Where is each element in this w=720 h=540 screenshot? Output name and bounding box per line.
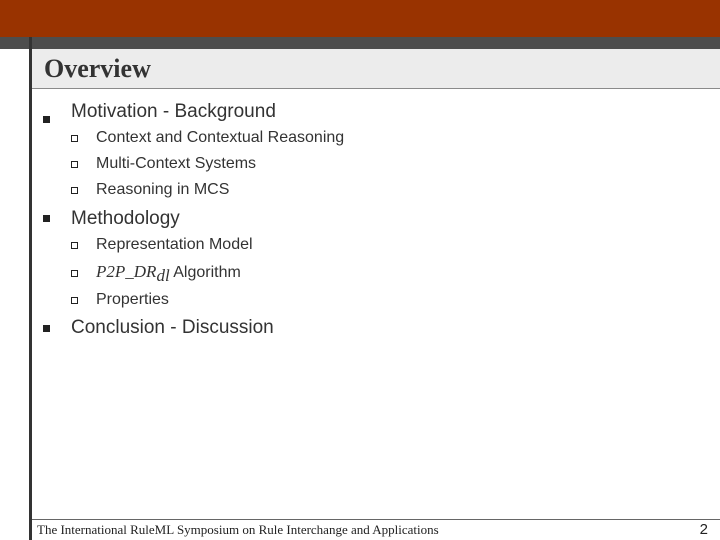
outline-subitem-properties: Properties	[96, 291, 169, 308]
outline-item-methodology: Methodology	[71, 208, 180, 229]
outline-subitem-reasoning: Reasoning in MCS	[96, 181, 230, 198]
algorithm-symbol: P2P_DR	[96, 262, 157, 281]
outline-subitem-multi-context: Multi-Context Systems	[96, 155, 257, 172]
algorithm-suffix: Algorithm	[169, 264, 241, 281]
footer-text: The International RuleML Symposium on Ru…	[37, 522, 439, 537]
title-band: Overview	[32, 49, 720, 89]
outline-subitem-context: Context and Contextual Reasoning	[96, 129, 345, 146]
algorithm-subscript: dl	[156, 266, 170, 286]
square-bullet-icon	[43, 116, 50, 123]
hollow-square-bullet-icon	[71, 187, 78, 194]
hollow-square-bullet-icon	[71, 161, 78, 168]
left-border-rule	[29, 37, 32, 540]
square-bullet-icon	[43, 215, 50, 222]
outline-item-conclusion: Conclusion - Discussion	[71, 317, 274, 338]
hollow-square-bullet-icon	[71, 270, 78, 277]
slide-title: Overview	[44, 54, 151, 83]
outline-subitem-representation: Representation Model	[96, 236, 253, 253]
outline-subitem-algorithm: P2P_DRdl Algorithm	[96, 262, 241, 286]
page-number: 2	[699, 521, 708, 538]
hollow-square-bullet-icon	[71, 297, 78, 304]
footer-rule	[32, 519, 720, 520]
header-strip	[0, 37, 720, 49]
hollow-square-bullet-icon	[71, 135, 78, 142]
square-bullet-icon	[43, 325, 50, 332]
header-bar	[0, 0, 720, 37]
hollow-square-bullet-icon	[71, 242, 78, 249]
outline-item-motivation: Motivation - Background	[71, 101, 276, 122]
